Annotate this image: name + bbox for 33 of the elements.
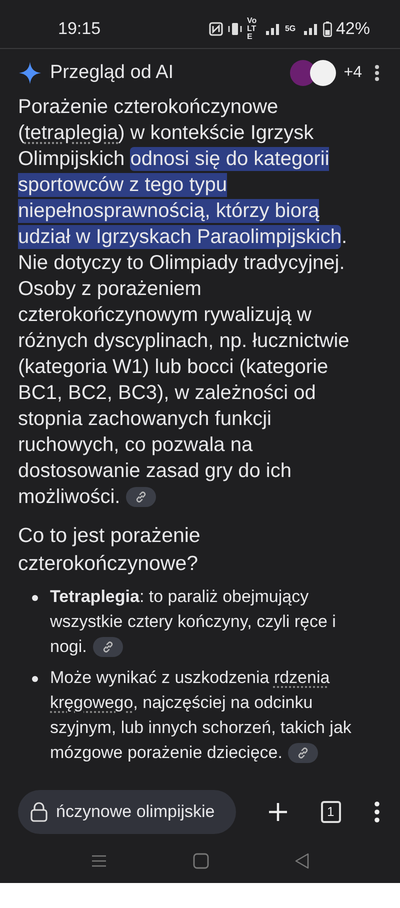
clock: 19:15 bbox=[58, 18, 101, 40]
address-bar[interactable]: ńczynowe olimpijskie bbox=[18, 790, 236, 834]
signal-icon bbox=[264, 23, 281, 35]
bullet-text: Może wynikać z uszkodzenia rdzenia kręgowego, najczęściej na odcinku szyjnym, lub innych schorzeń, takich jak mózgowe porażenie dziecięce. bbox=[50, 666, 352, 764]
more-icon[interactable] bbox=[372, 800, 382, 824]
home-icon[interactable] bbox=[193, 853, 209, 869]
lock-icon bbox=[30, 802, 48, 822]
vibrate-icon bbox=[226, 22, 243, 36]
link-button[interactable] bbox=[92, 637, 123, 658]
back-icon[interactable] bbox=[295, 853, 309, 869]
network-label: VoLTE bbox=[246, 17, 258, 41]
link-icon bbox=[297, 747, 310, 760]
overview-paragraph: Porażenie czterokończynowe (tetraplegia) w kontekście Igrzysk Olimpijskich odnosi się do kategorii sportowców z tego typu niepełnosprawnością, którzy biorą udział w Igrzyskach Paraolimpijskich. Nie dotyczy to Olimpiady tradycyjnej. Osoby z porażeniem czterokończynowym rywalizują w różnych dyscyplinach, np. łucznictwie (kategoria W1) lub bocci (kategorie BC1, BC2, BC3), w zależności od stopnia zachowanych funkcji ruchowych, co pozwala na dostosowanie zasad gry do ich możliwości. bbox=[18, 94, 350, 510]
battery-icon bbox=[322, 21, 332, 37]
section-title: Przegląd od AI bbox=[50, 61, 175, 85]
link-icon bbox=[102, 641, 114, 654]
link-icon bbox=[135, 491, 148, 504]
menu-icon[interactable] bbox=[91, 854, 107, 868]
bullet-text: Tetraplegia: to paraliż obejmujący wszystkie cztery kończyny, czyli ręce i nogi. bbox=[50, 586, 337, 658]
sparkle-icon bbox=[18, 61, 42, 86]
bullet-icon bbox=[32, 676, 38, 682]
signal-icon bbox=[302, 23, 319, 35]
nfc-icon bbox=[208, 22, 223, 36]
sources-count: +4 bbox=[344, 63, 362, 84]
network-label: 5G bbox=[284, 25, 297, 33]
link-button[interactable] bbox=[288, 743, 318, 764]
section-heading: Co to jest porażenie czterokończynowe? bbox=[18, 522, 202, 576]
tab-count-button[interactable]: 1 bbox=[320, 801, 341, 823]
plus-icon[interactable] bbox=[267, 801, 290, 823]
link-button[interactable] bbox=[126, 487, 156, 508]
source-avatar[interactable] bbox=[310, 60, 336, 86]
bullet-icon bbox=[32, 594, 38, 600]
battery-percent: 42% bbox=[336, 18, 370, 40]
